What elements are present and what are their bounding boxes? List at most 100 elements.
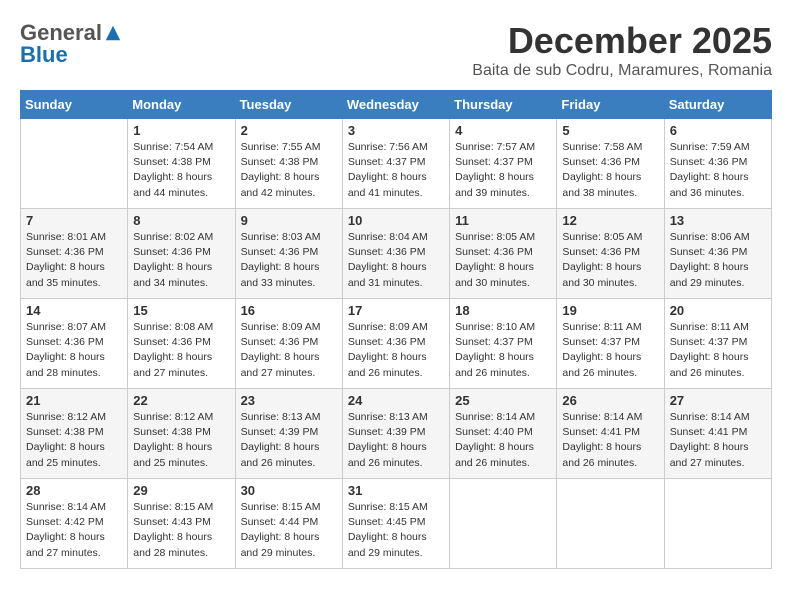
calendar-cell: 29 Sunrise: 8:15 AMSunset: 4:43 PMDayligh… [128,479,235,569]
day-number: 22 [133,393,229,408]
calendar-cell: 6 Sunrise: 7:59 AMSunset: 4:36 PMDaylight… [664,119,771,209]
calendar-cell: 20 Sunrise: 8:11 AMSunset: 4:37 PMDayligh… [664,299,771,389]
calendar-week-5: 28 Sunrise: 8:14 AMSunset: 4:42 PMDayligh… [21,479,772,569]
day-info: Sunrise: 8:13 AMSunset: 4:39 PMDaylight:… [241,410,337,471]
page-header: General Blue December 2025 Baita de sub … [20,20,772,80]
day-info: Sunrise: 8:09 AMSunset: 4:36 PMDaylight:… [348,320,444,381]
logo: General Blue [20,20,122,68]
day-number: 16 [241,303,337,318]
calendar-cell: 28 Sunrise: 8:14 AMSunset: 4:42 PMDayligh… [21,479,128,569]
day-number: 4 [455,123,551,138]
day-info: Sunrise: 8:15 AMSunset: 4:44 PMDaylight:… [241,500,337,561]
day-number: 29 [133,483,229,498]
day-info: Sunrise: 8:12 AMSunset: 4:38 PMDaylight:… [26,410,122,471]
day-info: Sunrise: 8:02 AMSunset: 4:36 PMDaylight:… [133,230,229,291]
calendar-cell: 23 Sunrise: 8:13 AMSunset: 4:39 PMDayligh… [235,389,342,479]
calendar-cell: 21 Sunrise: 8:12 AMSunset: 4:38 PMDayligh… [21,389,128,479]
day-number: 10 [348,213,444,228]
weekday-header-friday: Friday [557,91,664,119]
day-number: 28 [26,483,122,498]
calendar-cell: 4 Sunrise: 7:57 AMSunset: 4:37 PMDaylight… [450,119,557,209]
calendar-cell: 13 Sunrise: 8:06 AMSunset: 4:36 PMDayligh… [664,209,771,299]
calendar-cell: 25 Sunrise: 8:14 AMSunset: 4:40 PMDayligh… [450,389,557,479]
day-info: Sunrise: 7:56 AMSunset: 4:37 PMDaylight:… [348,140,444,201]
calendar-cell: 18Sunrise: 8:10 AMSunset: 4:37 PMDayligh… [450,299,557,389]
calendar-cell: 9Sunrise: 8:03 AMSunset: 4:36 PMDaylight… [235,209,342,299]
calendar-header: SundayMondayTuesdayWednesdayThursdayFrid… [21,91,772,119]
day-info: Sunrise: 8:14 AMSunset: 4:40 PMDaylight:… [455,410,551,471]
day-number: 24 [348,393,444,408]
day-info: Sunrise: 8:01 AMSunset: 4:36 PMDaylight:… [26,230,122,291]
calendar-cell: 12 Sunrise: 8:05 AMSunset: 4:36 PMDayligh… [557,209,664,299]
day-number: 30 [241,483,337,498]
calendar-cell: 22 Sunrise: 8:12 AMSunset: 4:38 PMDayligh… [128,389,235,479]
calendar-cell: 2 Sunrise: 7:55 AMSunset: 4:38 PMDaylight… [235,119,342,209]
calendar-week-4: 21 Sunrise: 8:12 AMSunset: 4:38 PMDayligh… [21,389,772,479]
title-block: December 2025 Baita de sub Codru, Maramu… [472,20,772,80]
day-number: 7 [26,213,122,228]
day-info: Sunrise: 8:12 AMSunset: 4:38 PMDaylight:… [133,410,229,471]
day-number: 18 [455,303,551,318]
calendar-cell: 15Sunrise: 8:08 AMSunset: 4:36 PMDayligh… [128,299,235,389]
calendar-cell: 19Sunrise: 8:11 AMSunset: 4:37 PMDayligh… [557,299,664,389]
weekday-header-wednesday: Wednesday [342,91,449,119]
calendar-cell: 11 Sunrise: 8:05 AMSunset: 4:36 PMDayligh… [450,209,557,299]
calendar-week-2: 7 Sunrise: 8:01 AMSunset: 4:36 PMDaylight… [21,209,772,299]
day-info: Sunrise: 8:05 AMSunset: 4:36 PMDaylight:… [455,230,551,291]
calendar-cell: 30 Sunrise: 8:15 AMSunset: 4:44 PMDayligh… [235,479,342,569]
logo-icon [104,24,122,42]
weekday-header-monday: Monday [128,91,235,119]
weekday-header-sunday: Sunday [21,91,128,119]
calendar-cell: 7 Sunrise: 8:01 AMSunset: 4:36 PMDaylight… [21,209,128,299]
day-number: 21 [26,393,122,408]
calendar-cell: 17 Sunrise: 8:09 AMSunset: 4:36 PMDayligh… [342,299,449,389]
day-info: Sunrise: 7:58 AMSunset: 4:36 PMDaylight:… [562,140,658,201]
day-number: 25 [455,393,551,408]
day-info: Sunrise: 7:57 AMSunset: 4:37 PMDaylight:… [455,140,551,201]
calendar-body: 1Sunrise: 7:54 AMSunset: 4:38 PMDaylight… [21,119,772,569]
day-number: 13 [670,213,766,228]
day-number: 23 [241,393,337,408]
day-number: 12 [562,213,658,228]
calendar-cell [664,479,771,569]
day-info: Sunrise: 8:05 AMSunset: 4:36 PMDaylight:… [562,230,658,291]
day-info: Sunrise: 8:08 AMSunset: 4:36 PMDaylight:… [133,320,229,381]
weekday-header-saturday: Saturday [664,91,771,119]
day-number: 2 [241,123,337,138]
day-info: Sunrise: 7:55 AMSunset: 4:38 PMDaylight:… [241,140,337,201]
day-info: Sunrise: 8:11 AMSunset: 4:37 PMDaylight:… [670,320,766,381]
day-info: Sunrise: 8:04 AMSunset: 4:36 PMDaylight:… [348,230,444,291]
calendar-cell: 10 Sunrise: 8:04 AMSunset: 4:36 PMDayligh… [342,209,449,299]
calendar-cell: 3 Sunrise: 7:56 AMSunset: 4:37 PMDaylight… [342,119,449,209]
day-info: Sunrise: 8:06 AMSunset: 4:36 PMDaylight:… [670,230,766,291]
subtitle: Baita de sub Codru, Maramures, Romania [472,62,772,80]
day-number: 6 [670,123,766,138]
weekday-header-thursday: Thursday [450,91,557,119]
day-info: Sunrise: 8:15 AMSunset: 4:43 PMDaylight:… [133,500,229,561]
calendar-cell: 31Sunrise: 8:15 AMSunset: 4:45 PMDayligh… [342,479,449,569]
day-number: 3 [348,123,444,138]
month-title: December 2025 [472,20,772,62]
day-info: Sunrise: 8:14 AMSunset: 4:42 PMDaylight:… [26,500,122,561]
day-info: Sunrise: 8:11 AMSunset: 4:37 PMDaylight:… [562,320,658,381]
calendar-cell: 26Sunrise: 8:14 AMSunset: 4:41 PMDayligh… [557,389,664,479]
day-info: Sunrise: 8:13 AMSunset: 4:39 PMDaylight:… [348,410,444,471]
calendar-cell: 16 Sunrise: 8:09 AMSunset: 4:36 PMDayligh… [235,299,342,389]
day-number: 11 [455,213,551,228]
day-info: Sunrise: 7:59 AMSunset: 4:36 PMDaylight:… [670,140,766,201]
calendar-cell: 1Sunrise: 7:54 AMSunset: 4:38 PMDaylight… [128,119,235,209]
day-number: 8 [133,213,229,228]
calendar-cell: 27 Sunrise: 8:14 AMSunset: 4:41 PMDayligh… [664,389,771,479]
logo-blue-text: Blue [20,42,68,68]
calendar-cell: 8 Sunrise: 8:02 AMSunset: 4:36 PMDaylight… [128,209,235,299]
day-number: 20 [670,303,766,318]
day-number: 27 [670,393,766,408]
day-info: Sunrise: 8:14 AMSunset: 4:41 PMDaylight:… [670,410,766,471]
day-number: 26 [562,393,658,408]
calendar-cell [557,479,664,569]
day-number: 17 [348,303,444,318]
calendar-cell: 5Sunrise: 7:58 AMSunset: 4:36 PMDaylight… [557,119,664,209]
day-number: 1 [133,123,229,138]
day-info: Sunrise: 8:09 AMSunset: 4:36 PMDaylight:… [241,320,337,381]
calendar-week-1: 1Sunrise: 7:54 AMSunset: 4:38 PMDaylight… [21,119,772,209]
